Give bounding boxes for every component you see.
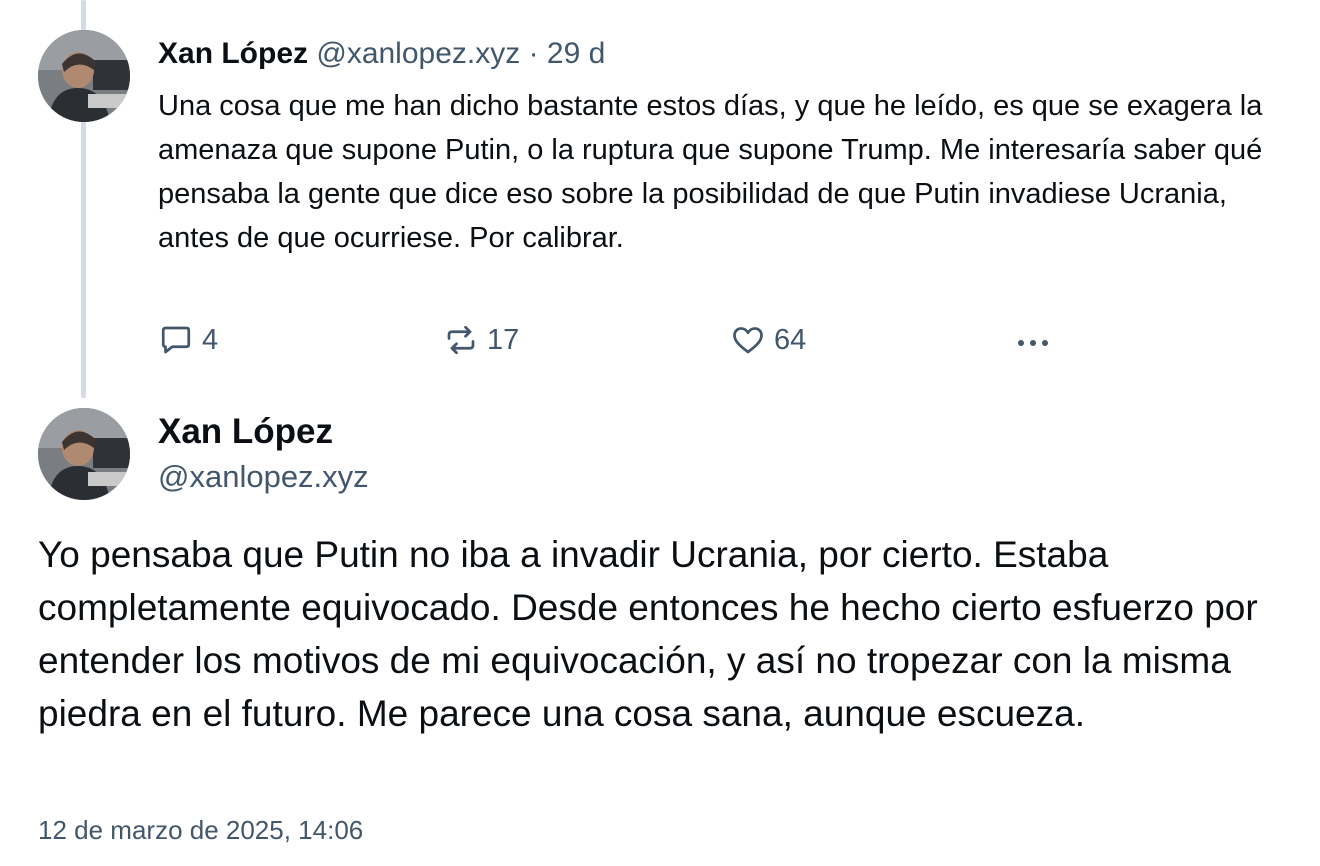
post-actions-bar: 4 17 64 [158, 318, 1158, 362]
author-handle[interactable]: @xanlopez.xyz [316, 37, 520, 70]
author-name[interactable]: Xan López [158, 410, 333, 454]
meta-separator: · [520, 37, 547, 70]
heart-icon [733, 327, 763, 354]
author-name[interactable]: Xan López [158, 37, 308, 70]
reply-button[interactable]: 4 [158, 318, 218, 362]
reply-count: 4 [202, 323, 219, 356]
thread-view: Xan López @xanlopez.xyz · 29 d Una cosa … [0, 0, 1320, 866]
like-button[interactable]: 64 [730, 318, 806, 362]
avatar-photo [38, 30, 130, 122]
post-age[interactable]: 29 d [547, 37, 605, 70]
reply-post-header: Xan López @xanlopez.xyz · 29 d [158, 34, 605, 74]
post-timestamp[interactable]: 12 de marzo de 2025, 14:06 [38, 812, 363, 848]
ellipsis-icon [1018, 340, 1048, 346]
avatar[interactable] [38, 408, 130, 500]
author-handle[interactable]: @xanlopez.xyz [158, 456, 369, 498]
repost-arrows-icon [447, 325, 475, 355]
main-post-text: Yo pensaba que Putin no iba a invadir Uc… [38, 534, 1258, 734]
repost-button[interactable]: 17 [443, 318, 519, 362]
more-options-button[interactable] [1013, 318, 1061, 362]
repost-count: 17 [487, 323, 520, 356]
avatar-photo [38, 408, 130, 500]
like-count: 64 [774, 323, 807, 356]
avatar[interactable] [38, 30, 130, 122]
speech-bubble-icon [161, 326, 191, 354]
reply-post-text: Una cosa que me han dicho bastante estos… [158, 90, 1263, 254]
